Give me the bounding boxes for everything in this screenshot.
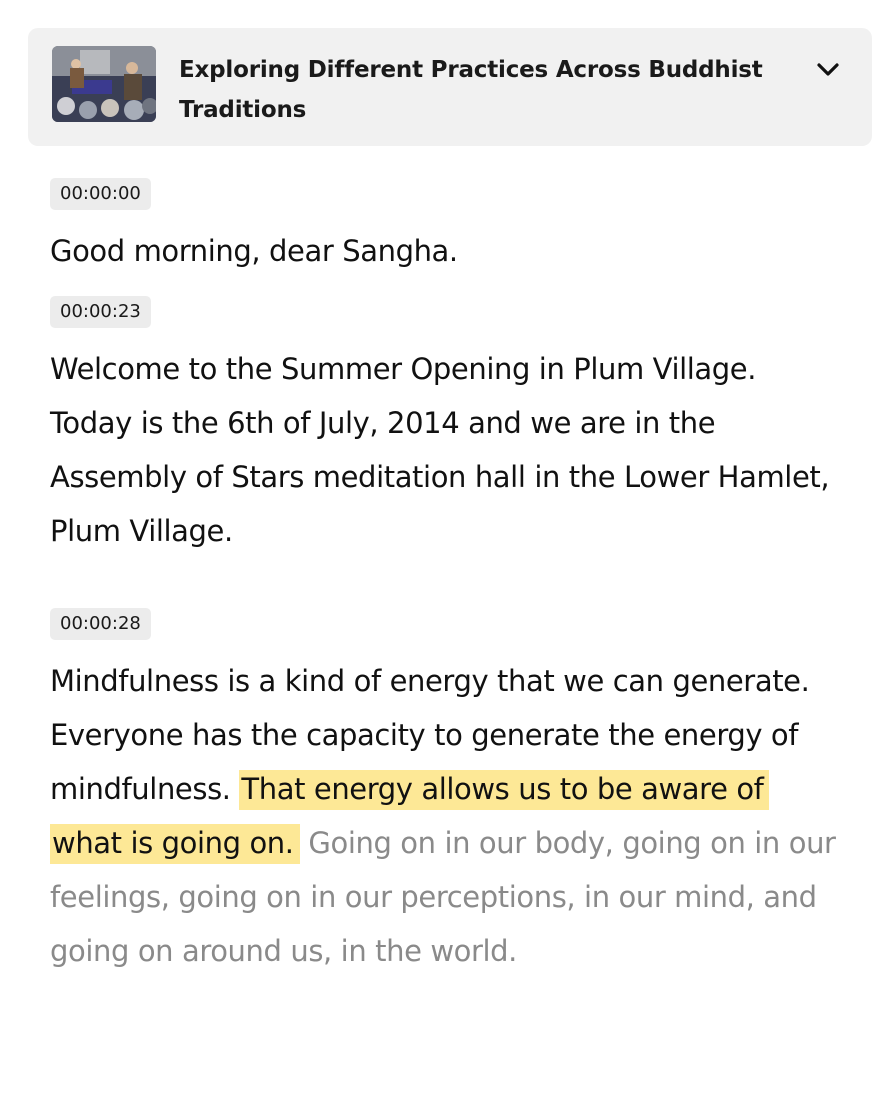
timestamp-badge[interactable]: 00:00:28	[50, 608, 151, 640]
timestamp-badge[interactable]: 00:00:23	[50, 296, 151, 328]
segment-text: Good morning, dear Sangha.	[50, 234, 458, 268]
transcript: 00:00:00 Good morning, dear Sangha. 00:0…	[50, 178, 840, 978]
episode-title: Exploring Different Practices Across Bud…	[179, 57, 763, 123]
transcript-segment: 00:00:23 Welcome to the Summer Opening i…	[50, 296, 840, 558]
timestamp-badge[interactable]: 00:00:00	[50, 178, 151, 210]
transcript-segment: 00:00:00 Good morning, dear Sangha.	[50, 178, 840, 278]
video-thumbnail	[52, 46, 156, 122]
segment-text: Welcome to the Summer Opening in Plum Vi…	[50, 352, 830, 548]
segment-text: Mindfulness is a kind of energy that we …	[50, 654, 840, 978]
episode-header[interactable]: Exploring Different Practices Across Bud…	[28, 28, 872, 146]
chevron-down-icon[interactable]	[814, 56, 842, 84]
transcript-segment: 00:00:28 Mindfulness is a kind of energy…	[50, 608, 840, 978]
